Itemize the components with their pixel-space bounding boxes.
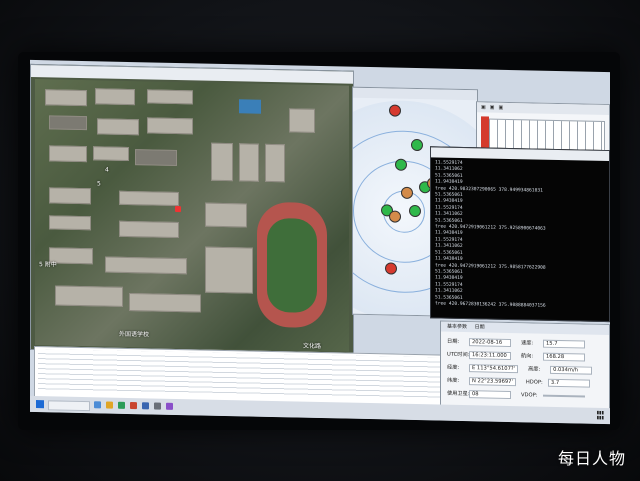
building bbox=[129, 292, 201, 313]
console-window[interactable]: 11.5529174 11.3411062 51.5365061 11.9430419… bbox=[430, 146, 610, 323]
building bbox=[49, 145, 87, 163]
tab[interactable]: ▣ bbox=[498, 105, 503, 111]
app-icon[interactable] bbox=[130, 402, 137, 410]
taskbar-clock: ▮▮▮ ▮▮▮ bbox=[596, 410, 604, 421]
info-value-field[interactable]: N 22°23.59697' bbox=[469, 377, 516, 387]
tab[interactable]: ▣ bbox=[490, 105, 495, 111]
building bbox=[45, 89, 87, 107]
building bbox=[97, 118, 139, 136]
tab[interactable]: ▣ bbox=[481, 104, 486, 110]
info-label: HDOP: bbox=[525, 379, 543, 386]
info-label: VDOP: bbox=[521, 392, 538, 399]
start-icon[interactable] bbox=[36, 400, 44, 409]
folder-icon[interactable] bbox=[106, 401, 113, 409]
info-value-field[interactable]: 2022-08-16 bbox=[469, 338, 511, 348]
info-tabs[interactable]: 基本参数 日期 bbox=[441, 321, 609, 336]
info-value-field[interactable]: 16:23:11.000 bbox=[469, 351, 511, 361]
satellite-icon[interactable] bbox=[401, 186, 413, 199]
info-value-field[interactable]: 15.7 bbox=[543, 339, 585, 349]
info-label: 速度: bbox=[521, 340, 534, 347]
satellite-icon[interactable] bbox=[409, 204, 421, 218]
map-label: 5 bbox=[97, 180, 101, 188]
map-label: 5 附中 bbox=[39, 261, 57, 269]
building bbox=[211, 142, 233, 182]
building bbox=[119, 220, 179, 239]
map-window[interactable]: 4 5 5 附中 外国语学校 文化路 bbox=[30, 63, 354, 357]
info-label: 高度: bbox=[528, 366, 541, 373]
log-lines bbox=[38, 349, 440, 400]
building bbox=[55, 285, 123, 307]
monitor-screen: 4 5 5 附中 外国语学校 文化路 ▣ ▣ ▣ 11.5529174 11.3… bbox=[30, 59, 610, 425]
tab-date[interactable]: 日期 bbox=[475, 324, 485, 330]
info-value-field[interactable]: 0.034m/h bbox=[550, 365, 593, 375]
satellite-icon[interactable] bbox=[411, 138, 423, 152]
signal-bar bbox=[481, 116, 489, 149]
info-label: 纬度: bbox=[447, 377, 460, 384]
satellite-icon[interactable] bbox=[389, 210, 401, 223]
signal-window-tabs[interactable]: ▣ ▣ ▣ bbox=[477, 102, 609, 116]
satellite-icon[interactable] bbox=[385, 262, 397, 275]
info-value-field[interactable] bbox=[543, 394, 585, 398]
building bbox=[205, 202, 247, 228]
info-row: 日期: 2022-08-16 速度: 15.7 bbox=[447, 338, 585, 349]
info-value-field[interactable]: 08 bbox=[469, 390, 511, 400]
satellite-icon[interactable] bbox=[389, 104, 401, 117]
building bbox=[135, 149, 177, 167]
building bbox=[105, 256, 187, 275]
info-label: 日期: bbox=[447, 338, 460, 345]
info-value-field[interactable]: 3.7 bbox=[547, 378, 590, 388]
building bbox=[289, 108, 315, 133]
watermark: 每日人物 bbox=[557, 449, 626, 468]
info-row: UTC时间: 16:23:11.000 航向: 168.28 bbox=[447, 351, 585, 362]
satellite-map[interactable]: 4 5 5 附中 外国语学校 文化路 bbox=[35, 79, 349, 352]
skyplot-titlebar[interactable] bbox=[353, 87, 477, 101]
info-label: 使用卫星: bbox=[447, 390, 470, 398]
gps-info-panel[interactable]: 基本参数 日期 日期: 2022-08-16 速度: 15.7 UTC时间: 16:23:… bbox=[440, 320, 610, 411]
sports-field bbox=[267, 217, 317, 313]
tab-basic[interactable]: 基本参数 bbox=[447, 324, 467, 330]
map-label: 文化路 bbox=[303, 342, 322, 351]
info-row: 使用卫星: 08 VDOP: bbox=[447, 390, 585, 401]
building bbox=[239, 143, 259, 182]
swimming-pool bbox=[239, 99, 261, 114]
building bbox=[265, 143, 285, 183]
building bbox=[49, 215, 91, 231]
satellite-icon[interactable] bbox=[395, 158, 407, 171]
app-icon[interactable] bbox=[154, 402, 161, 410]
building bbox=[119, 190, 179, 207]
info-label: UTC时间: bbox=[447, 351, 470, 359]
app-icon[interactable] bbox=[142, 402, 149, 410]
console-output: 11.5529174 11.3411062 51.5365061 11.9430419… bbox=[431, 157, 609, 314]
app-icon[interactable] bbox=[94, 401, 101, 409]
position-marker[interactable] bbox=[175, 205, 181, 213]
building bbox=[147, 89, 193, 105]
app-icon[interactable] bbox=[118, 401, 125, 409]
building bbox=[93, 146, 129, 161]
info-row: 纬度: N 22°23.59697' HDOP: 3.7 bbox=[447, 377, 590, 388]
map-label: 外国语学校 bbox=[119, 330, 150, 339]
info-row: 经度: E 113°54.6107?' 高度: 0.034m/h bbox=[447, 364, 593, 375]
taskbar-search[interactable] bbox=[48, 400, 90, 412]
building bbox=[205, 246, 253, 294]
building bbox=[95, 88, 135, 106]
map-label: 4 bbox=[105, 166, 109, 174]
info-value-field[interactable]: 168.28 bbox=[543, 352, 585, 362]
info-value-field[interactable]: E 113°54.6107?' bbox=[469, 364, 519, 374]
building bbox=[147, 117, 193, 135]
info-label: 经度: bbox=[447, 364, 460, 371]
building bbox=[49, 115, 87, 131]
info-label: 航向: bbox=[521, 353, 534, 360]
app-icon[interactable] bbox=[166, 402, 173, 410]
building bbox=[49, 187, 91, 205]
